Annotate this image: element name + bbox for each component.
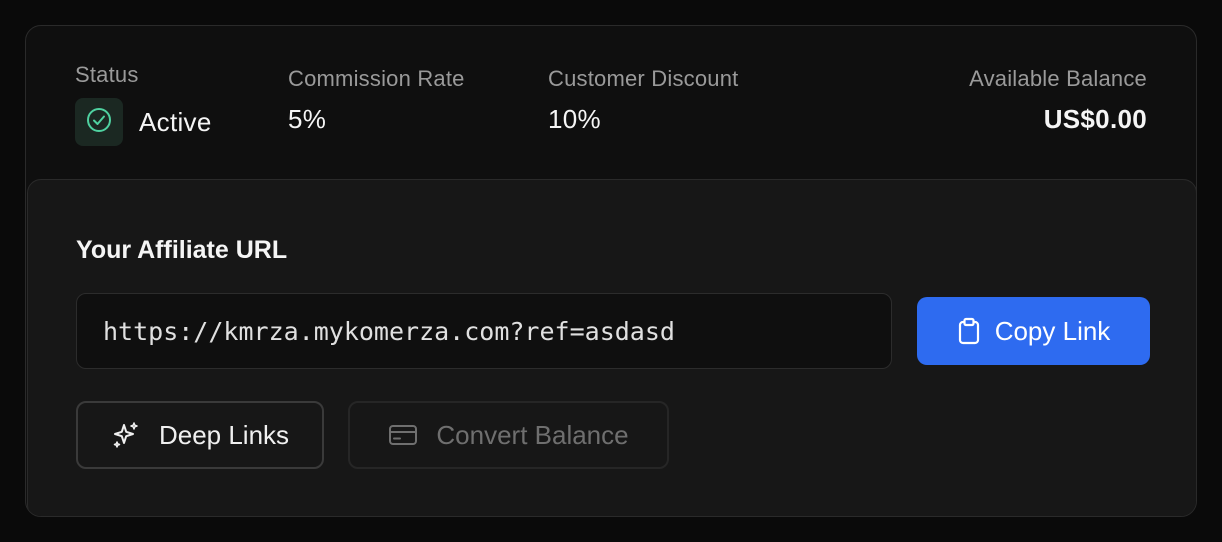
clipboard-icon xyxy=(957,317,981,345)
discount-stat: Customer Discount 10% xyxy=(548,66,738,135)
status-row: Active xyxy=(75,98,212,146)
commission-stat: Commission Rate 5% xyxy=(288,66,465,135)
status-stat: Status Active xyxy=(75,62,212,146)
affiliate-url-panel: Your Affiliate URL https://kmrza.mykomer… xyxy=(27,179,1196,516)
status-label: Status xyxy=(75,62,139,87)
discount-value: 10% xyxy=(548,104,601,134)
affiliate-url-field[interactable]: https://kmrza.mykomerza.com?ref=asdasd xyxy=(76,293,892,369)
status-value: Active xyxy=(139,106,212,137)
affiliate-card: Status Active Commission Rate 5% Custome… xyxy=(25,25,1197,517)
deep-links-label: Deep Links xyxy=(158,419,290,450)
convert-balance-button[interactable]: Convert Balance xyxy=(348,401,669,469)
sparkles-icon xyxy=(111,420,141,450)
balance-value: US$0.00 xyxy=(1043,104,1147,134)
discount-label: Customer Discount xyxy=(548,66,739,91)
check-circle-icon xyxy=(86,107,112,138)
balance-label: Available Balance xyxy=(969,66,1147,91)
commission-value: 5% xyxy=(288,104,327,134)
credit-card-icon xyxy=(388,423,418,447)
status-icon-box xyxy=(75,98,123,146)
commission-label: Commission Rate xyxy=(288,66,465,91)
affiliate-url-title: Your Affiliate URL xyxy=(76,236,288,264)
convert-balance-label: Convert Balance xyxy=(436,419,629,450)
copy-link-button[interactable]: Copy Link xyxy=(917,297,1150,365)
deep-links-button[interactable]: Deep Links xyxy=(76,401,324,469)
copy-link-label: Copy Link xyxy=(994,315,1111,346)
balance-stat: Available Balance US$0.00 xyxy=(969,66,1147,135)
stats-row: Status Active Commission Rate 5% Custome… xyxy=(26,26,1196,181)
